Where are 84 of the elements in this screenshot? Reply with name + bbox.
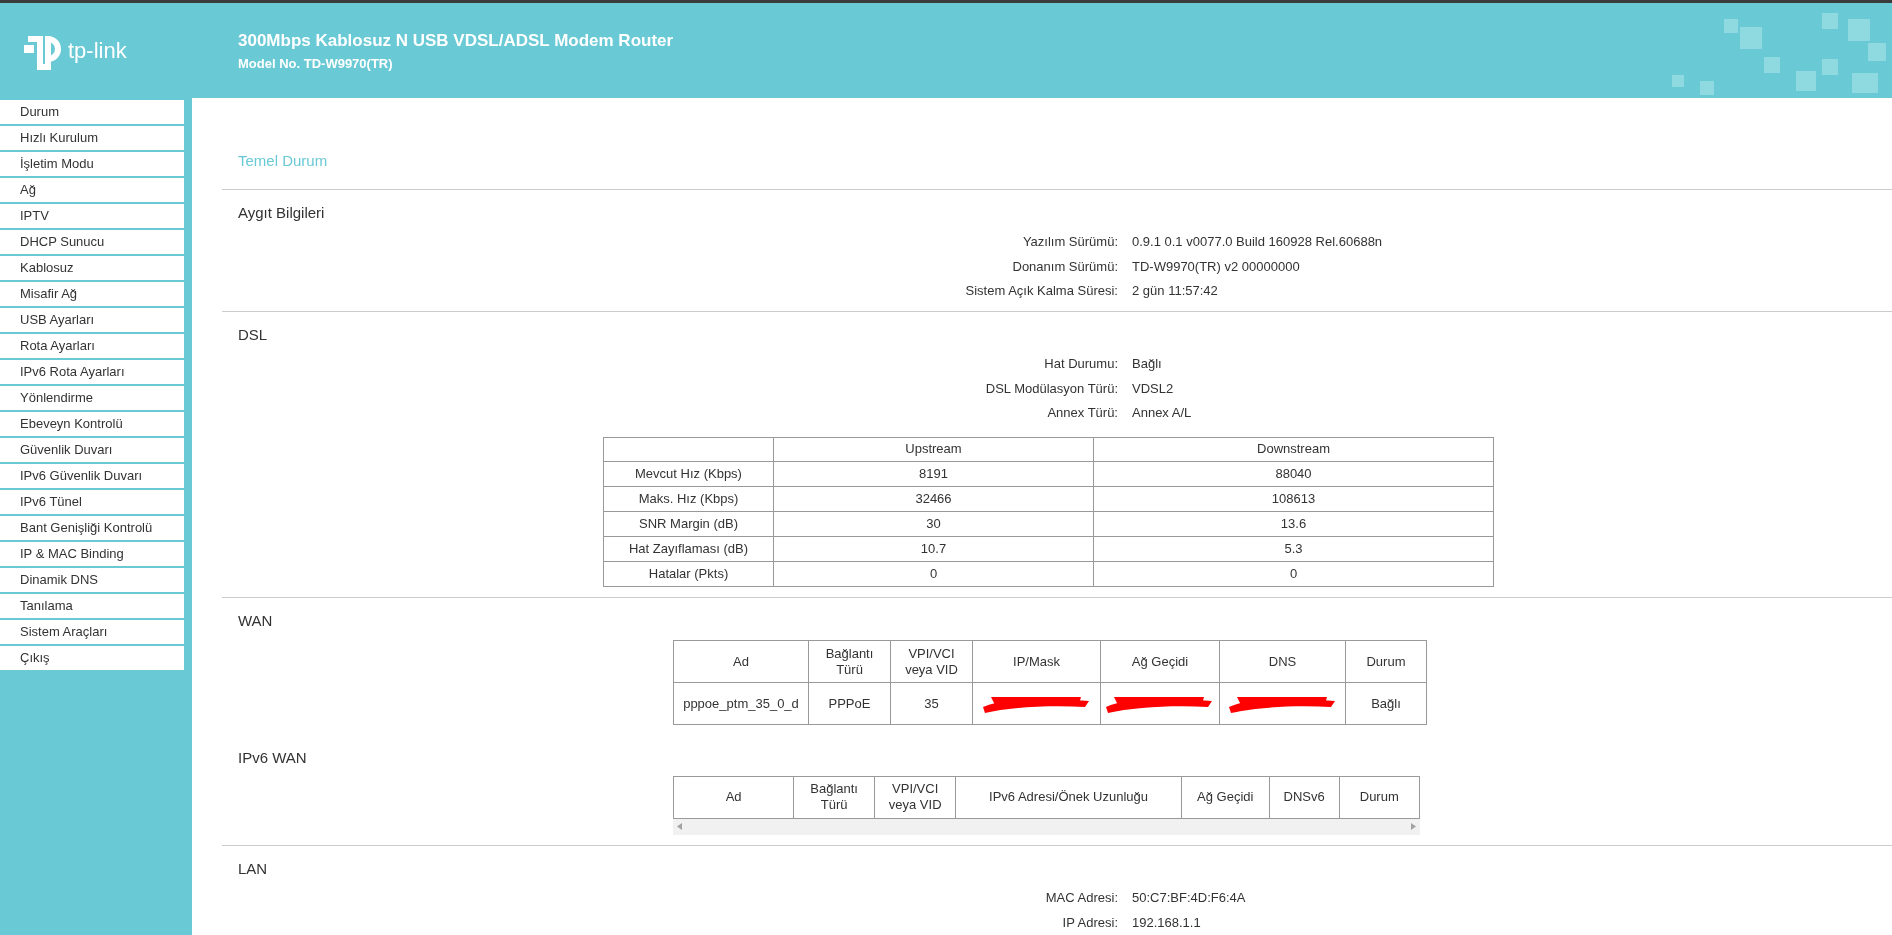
table-cell: PPPoE [808, 682, 891, 725]
sidebar-item[interactable]: Misafir Ağ [0, 282, 184, 306]
field-value: VDSL2 [1132, 379, 1174, 398]
field-value: 50:C7:BF:4D:F6:4A [1132, 889, 1246, 907]
sidebar-item[interactable]: Ağ [0, 178, 184, 202]
column-header: Ağ Geçidi [1100, 640, 1220, 683]
sidebar-item[interactable]: Hızlı Kurulum [0, 126, 184, 150]
sidebar-item[interactable]: İşletim Modu [0, 152, 184, 176]
sidebar-item[interactable]: IPv6 Tünel [0, 490, 184, 514]
field-label: Yazılım Sürümü: [1021, 233, 1119, 251]
scroll-right-icon[interactable] [1411, 823, 1416, 830]
table-cell: 108613 [1093, 486, 1494, 511]
table-cell: 32466 [773, 486, 1094, 511]
field-label: IP Adresi: [1061, 913, 1119, 932]
sidebar-item[interactable]: IPTV [0, 204, 184, 228]
column-header: Ad [673, 640, 809, 683]
scroll-left-icon[interactable] [677, 823, 682, 830]
table-cell: Maks. Hız (Kbps) [603, 486, 774, 511]
sidebar-item[interactable]: IPv6 Rota Ayarları [0, 360, 184, 384]
sidebar-item[interactable]: Tanılama [0, 594, 184, 618]
section-title: LAN [238, 858, 269, 879]
table-cell: SNR Margin (dB) [603, 511, 774, 536]
field-value: 2 gün 11:57:42 [1132, 282, 1218, 300]
table-cell: 88040 [1093, 461, 1494, 486]
table-cell: Mevcut Hız (Kbps) [603, 461, 774, 486]
sidebar-item[interactable]: Güvenlik Duvarı [0, 438, 184, 462]
table-cell: 13.6 [1093, 511, 1494, 536]
sidebar-item[interactable]: Sistem Araçları [0, 620, 184, 644]
field-label: Annex Türü: [1046, 404, 1119, 422]
field-value: 192.168.1.1 [1132, 913, 1201, 932]
column-header: DNSv6 [1269, 776, 1339, 818]
section-title: DSL [238, 324, 269, 345]
column-header: Ad [673, 776, 794, 818]
section-title: WAN [238, 610, 274, 631]
page-title: Temel Durum [238, 151, 329, 171]
sidebar-item[interactable]: Dinamik DNS [0, 568, 184, 592]
sidebar-item[interactable]: Yönlendirme [0, 386, 184, 410]
table-cell: pppoe_ptm_35_0_d [673, 682, 809, 725]
table-cell: 10.7 [773, 536, 1094, 561]
sidebar-item[interactable]: Durum [0, 100, 184, 124]
table-cell: 5.3 [1093, 536, 1494, 561]
column-header: Durum [1339, 776, 1420, 818]
column-header: Upstream [773, 437, 1094, 461]
table-cell: Hat Zayıflaması (dB) [603, 536, 774, 561]
logo-text: tp-link [68, 37, 127, 65]
field-label: DSL Modülasyon Türü: [984, 379, 1119, 398]
sidebar-item[interactable]: Ebeveyn Kontrolü [0, 412, 184, 436]
column-header: Durum [1345, 640, 1427, 683]
table-cell: 8191 [773, 461, 1094, 486]
sidebar-item[interactable]: USB Ayarları [0, 308, 184, 332]
column-header: VPI/VCI veya VID [890, 640, 973, 683]
table-cell: Bağlı [1345, 682, 1427, 725]
table-cell: 35 [890, 682, 973, 725]
column-header: Bağlantı Türü [793, 776, 875, 818]
column-header: IPv6 Adresi/Önek Uzunluğu [955, 776, 1182, 818]
sidebar-item[interactable]: DHCP Sunucu [0, 230, 184, 254]
column-header: IP/Mask [972, 640, 1101, 683]
table-cell: 0 [1093, 561, 1494, 586]
table-cell: 30 [773, 511, 1094, 536]
column-header: Ağ Geçidi [1181, 776, 1270, 818]
section-title: Aygıt Bilgileri [238, 202, 326, 223]
field-label: MAC Adresi: [1044, 889, 1119, 907]
field-value: Annex A/L [1132, 404, 1192, 422]
sidebar-item[interactable]: Çıkış [0, 646, 184, 670]
column-header: Bağlantı Türü [808, 640, 891, 683]
sidebar-item[interactable]: Kablosuz [0, 256, 184, 280]
sidebar-item[interactable]: Bant Genişliği Kontrolü [0, 516, 184, 540]
column-header: Downstream [1093, 437, 1494, 461]
field-value: Bağlı [1132, 355, 1162, 373]
model-number: Model No. TD-W9970(TR) [238, 54, 394, 73]
section-title: IPv6 WAN [238, 748, 308, 768]
field-label: Sistem Açık Kalma Süresi: [964, 282, 1119, 300]
field-value: TD-W9970(TR) v2 00000000 [1132, 257, 1300, 276]
field-label: Donanım Sürümü: [1011, 257, 1119, 276]
product-title: 300Mbps Kablosuz N USB VDSL/ADSL Modem Router [238, 30, 674, 52]
field-value: 0.9.1 0.1 v0077.0 Build 160928 Rel.60688n [1132, 233, 1383, 251]
column-header: VPI/VCI veya VID [874, 776, 956, 818]
field-label: Hat Durumu: [1043, 355, 1119, 373]
sidebar-item[interactable]: IP & MAC Binding [0, 542, 184, 566]
sidebar-item[interactable]: Rota Ayarları [0, 334, 184, 358]
table-cell: 0 [773, 561, 1094, 586]
table-cell: Hatalar (Pkts) [603, 561, 774, 586]
sidebar-item[interactable]: IPv6 Güvenlik Duvarı [0, 464, 184, 488]
column-header: DNS [1219, 640, 1346, 683]
